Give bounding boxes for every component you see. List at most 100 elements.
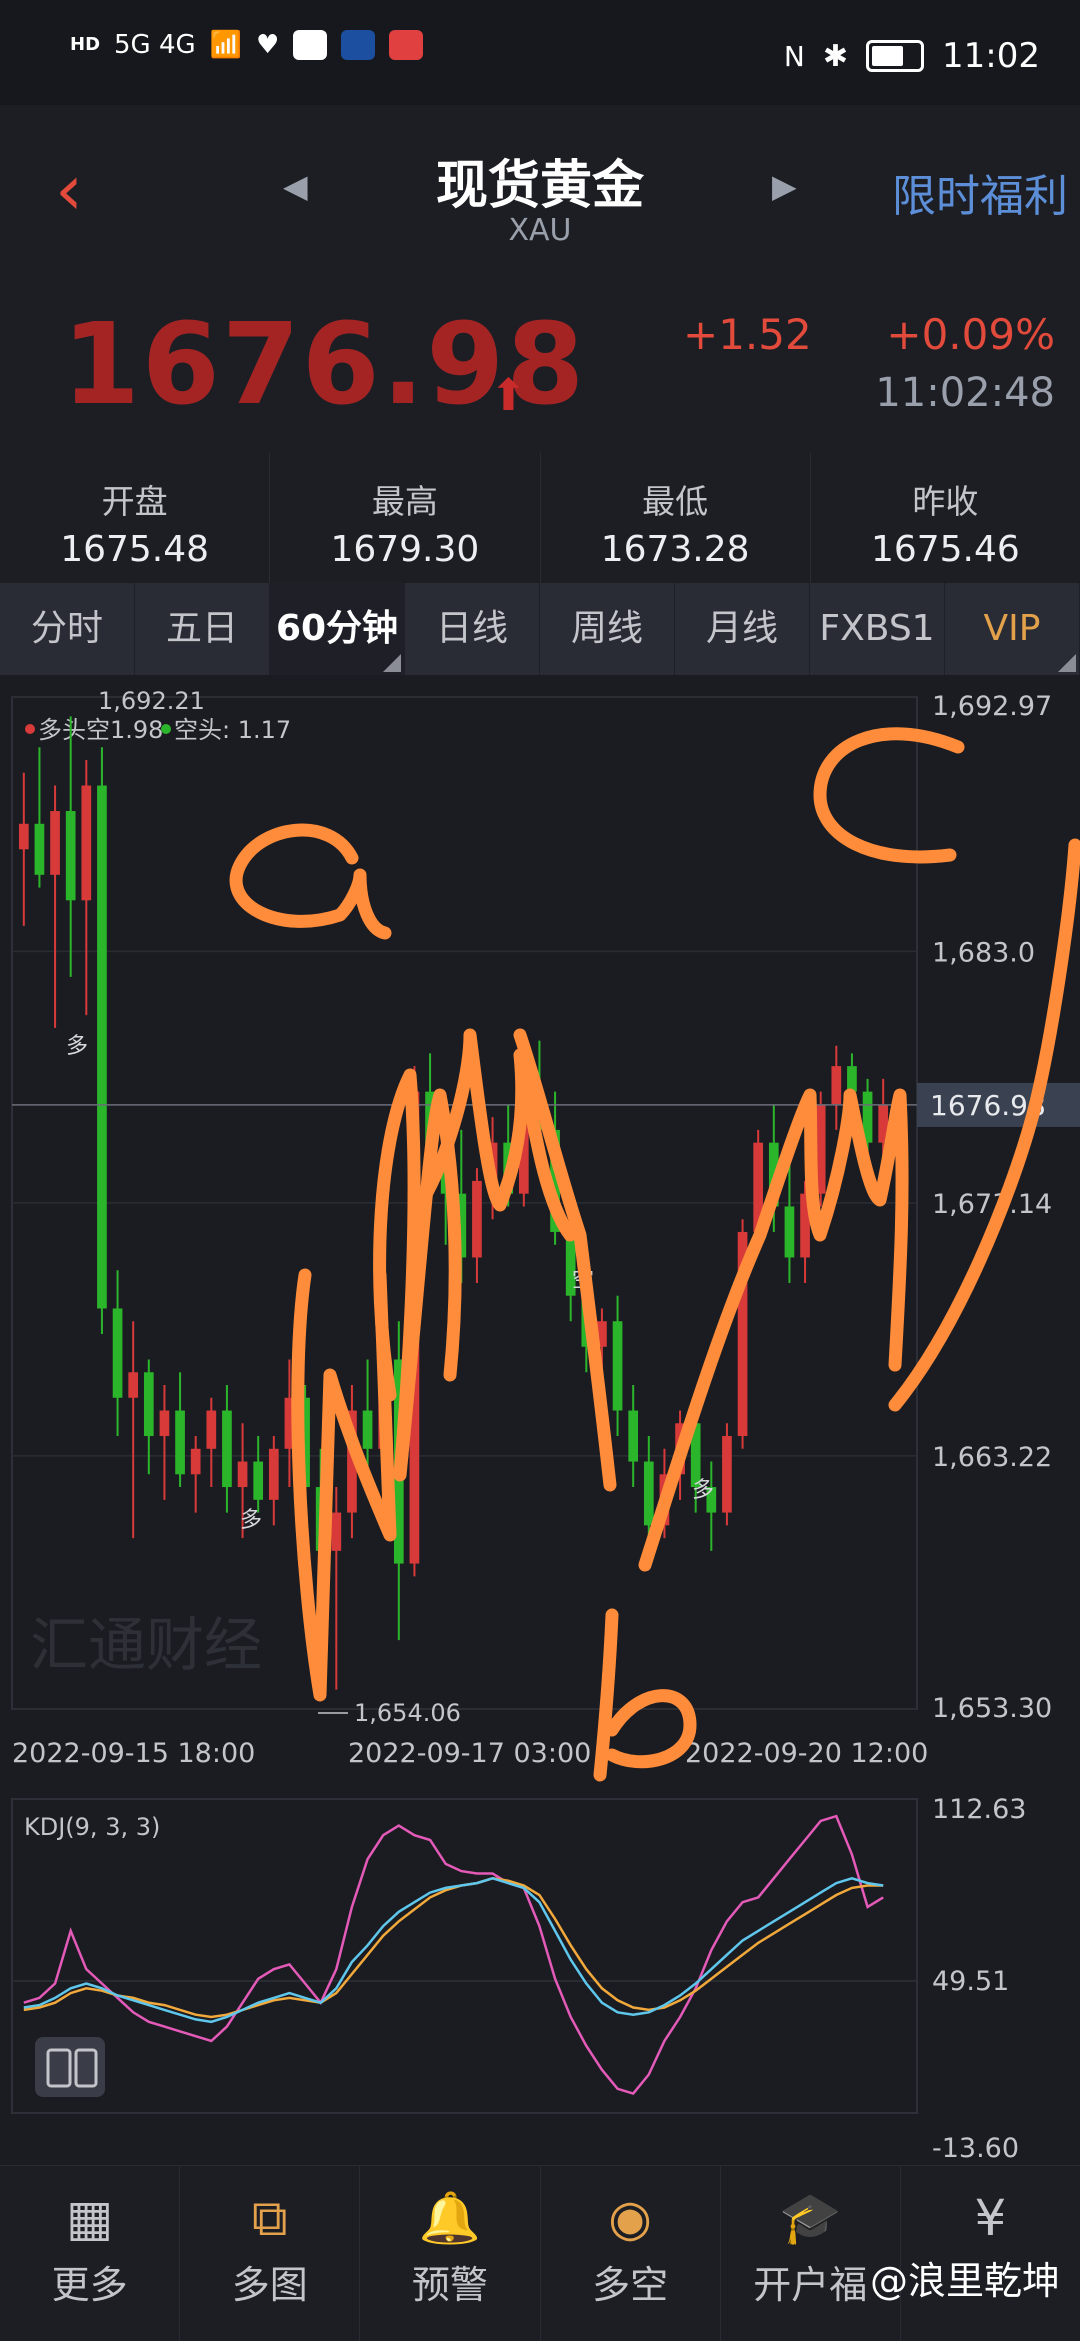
candle-body xyxy=(65,811,76,901)
x-axis-label: 2022-09-17 03:00 xyxy=(348,1738,591,1769)
arrow-up-icon: ⬆ xyxy=(490,370,527,421)
y-tick-label: 1,692.97 xyxy=(932,691,1052,722)
price-change-percent: +0.09% xyxy=(886,310,1055,359)
tab-five-day[interactable]: 五日 xyxy=(135,583,270,675)
multi-chart-icon: ⧉ xyxy=(251,2189,288,2247)
health-icon: ♥ xyxy=(256,30,280,60)
stat-low: 最低 1673.28 xyxy=(541,453,811,583)
x-axis-label: 2022-09-20 12:00 xyxy=(685,1738,928,1769)
corner-triangle-icon xyxy=(1058,654,1076,672)
candle-body xyxy=(237,1461,248,1488)
chart-area[interactable]: 汇通财经 多头空1.98 空头: 1.17 1676.98 1,692.97 1… xyxy=(0,675,1080,2165)
user-watermark: @浪里乾坤 xyxy=(869,2259,1060,2303)
tab-intraday[interactable]: 分时 xyxy=(0,583,135,675)
kdj-y-tick: 112.63 xyxy=(932,1794,1026,1825)
y-tick-label: 1,653.30 xyxy=(932,1693,1052,1724)
candle-body xyxy=(722,1436,732,1513)
price-stats: 开盘 1675.48 最高 1679.30 最低 1673.28 昨收 1675… xyxy=(0,453,1080,583)
next-instrument-button[interactable]: ▶ xyxy=(772,167,797,205)
candle-body xyxy=(190,1448,201,1475)
instrument-header: ‹ ◀ 现货黄金 XAU ▶ 限时福利 xyxy=(0,105,1080,271)
battery-icon xyxy=(866,40,925,72)
nav-long-short[interactable]: ◉ 多空 xyxy=(541,2166,721,2341)
stat-high: 最高 1679.30 xyxy=(270,453,541,583)
candle-body xyxy=(847,1066,857,1092)
wifi-icon: 📶 xyxy=(209,30,243,60)
stat-value: 1675.46 xyxy=(870,529,1020,570)
tab-fxbs1[interactable]: FXBS1 xyxy=(810,583,945,675)
x-axis-label: 2022-09-15 18:00 xyxy=(12,1738,255,1769)
annotation-letter-a xyxy=(229,823,392,940)
price-change: +1.52 xyxy=(683,310,812,359)
tab-60min[interactable]: 60分钟 xyxy=(270,583,405,675)
tab-vip[interactable]: VIP xyxy=(945,583,1080,675)
tab-weekly[interactable]: 周线 xyxy=(540,583,675,675)
candle-body xyxy=(34,823,45,875)
nav-label: 多空 xyxy=(592,2263,669,2307)
stat-label: 最低 xyxy=(642,482,709,521)
candle-body xyxy=(206,1410,217,1449)
kdj-y-tick: 49.51 xyxy=(932,1966,1009,1997)
nav-alert[interactable]: 🔔 预警 xyxy=(360,2166,541,2341)
sina-app-icon xyxy=(293,30,328,60)
candle-body xyxy=(628,1410,639,1462)
candle-body xyxy=(128,1372,139,1398)
low-price-label: 1,654.06 xyxy=(354,1699,461,1727)
long-signal: 多 xyxy=(692,1478,714,1503)
candle-body xyxy=(784,1206,795,1258)
trend-icon: ◉ xyxy=(608,2189,652,2247)
candle-body xyxy=(253,1461,264,1500)
nav-multi-chart[interactable]: ⧉ 多图 xyxy=(180,2166,361,2341)
promo-link[interactable]: 限时福利 xyxy=(892,160,1068,224)
candle-body xyxy=(143,1372,154,1437)
stat-prev-close: 昨收 1675.46 xyxy=(811,453,1080,583)
candlestick-chart[interactable]: 汇通财经 多头空1.98 空头: 1.17 1676.98 1,692.97 1… xyxy=(0,675,1080,2165)
stat-label: 昨收 xyxy=(912,482,979,521)
y-tick-label: 1,683.0 xyxy=(932,937,1035,968)
tab-monthly[interactable]: 月线 xyxy=(675,583,810,675)
kdj-frame xyxy=(11,1798,918,2114)
candle-body xyxy=(159,1410,170,1437)
candle-body xyxy=(331,1512,342,1551)
candle-body xyxy=(175,1410,185,1475)
candle-body xyxy=(831,1066,842,1105)
quote-panel: 1676.98 ⬆ +1.52 +0.09% 11:02:48 xyxy=(0,270,1080,454)
annotation-letter-b xyxy=(593,1608,697,1782)
stat-value: 1679.30 xyxy=(330,529,480,570)
money-bag-icon: ¥ xyxy=(974,2189,1007,2247)
candle-body xyxy=(81,785,92,901)
globe-app-icon xyxy=(341,30,376,60)
nfc-icon: N xyxy=(783,39,805,73)
y-tick-label: 1,663.22 xyxy=(932,1442,1052,1473)
nav-label: 预警 xyxy=(411,2263,488,2307)
kdj-j-line xyxy=(23,1814,884,2096)
gift-icon: 🎓 xyxy=(779,2189,842,2247)
candle-body xyxy=(643,1461,654,1526)
candle-body xyxy=(612,1321,623,1411)
corner-triangle-icon xyxy=(383,654,401,672)
candle-body xyxy=(97,785,107,1309)
tab-daily[interactable]: 日线 xyxy=(405,583,540,675)
stat-value: 1675.48 xyxy=(60,529,210,570)
stat-open: 开盘 1675.48 xyxy=(0,453,271,583)
status-bar: HD 5G 4G 📶 ♥ N ✱ 11:02 xyxy=(0,0,1080,105)
candle-body xyxy=(362,1410,373,1449)
long-signal: 多 xyxy=(66,1034,88,1059)
stat-value: 1673.28 xyxy=(600,529,750,570)
stat-label: 开盘 xyxy=(101,482,168,521)
bluetooth-icon: ✱ xyxy=(822,38,849,74)
kdj-title: KDJ(9, 3, 3) xyxy=(24,1813,160,1841)
nav-label: 更多 xyxy=(51,2263,128,2307)
period-tabs: 分时 五日 60分钟 日线 周线 月线 FXBS1 VIP xyxy=(0,583,1080,675)
candle-body xyxy=(472,1180,482,1258)
legend-short-dot xyxy=(161,724,171,734)
candle-body xyxy=(50,811,60,875)
nav-label: 多图 xyxy=(231,2263,308,2307)
tab-label: VIP xyxy=(983,608,1041,649)
candle-body xyxy=(112,1308,123,1398)
grid-icon: ▦ xyxy=(65,2189,114,2247)
network-indicator: 5G 4G xyxy=(114,30,196,60)
nav-more[interactable]: ▦ 更多 xyxy=(0,2166,181,2341)
annotation-letter-c xyxy=(813,727,965,864)
hand-drawn-annotations xyxy=(229,727,1080,1782)
